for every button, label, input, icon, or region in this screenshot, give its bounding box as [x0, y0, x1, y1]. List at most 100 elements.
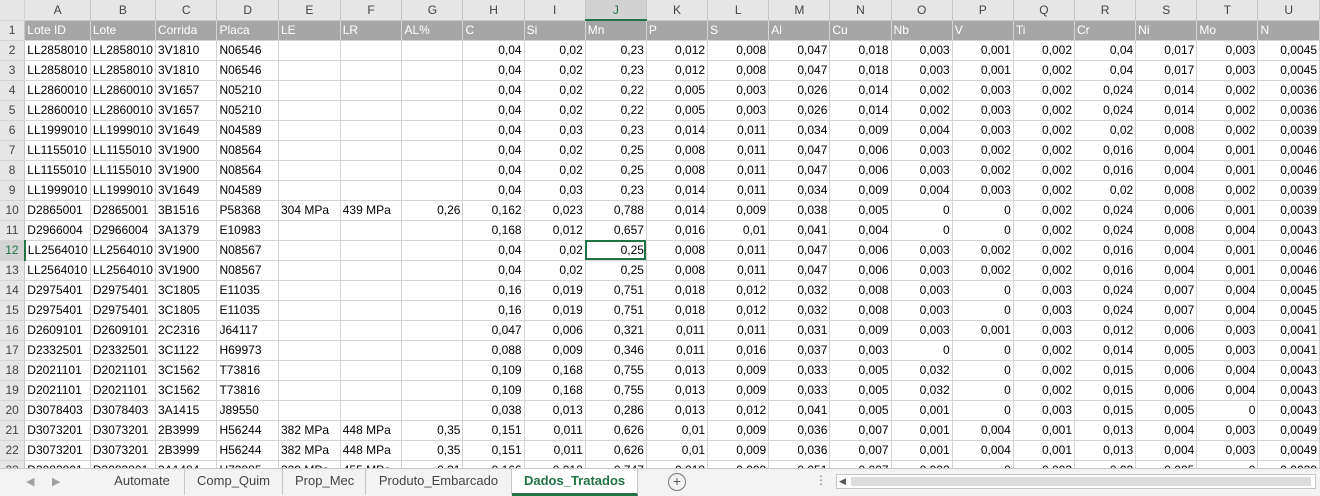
cell-L12[interactable]: 0,011 [707, 240, 770, 261]
cell-F15[interactable] [340, 300, 403, 321]
sheet-tab-automate[interactable]: Automate [100, 469, 185, 495]
cell-M5[interactable]: 0,026 [768, 100, 831, 121]
cell-P14[interactable]: 0 [952, 280, 1014, 301]
cell-C19[interactable]: 3C1562 [155, 380, 218, 401]
cell-P5[interactable]: 0,003 [952, 100, 1014, 121]
cell-U19[interactable]: 0,0043 [1257, 380, 1320, 401]
header-cell-T[interactable]: Mo [1196, 20, 1259, 41]
cell-C13[interactable]: 3V1900 [155, 260, 218, 281]
cell-C9[interactable]: 3V1649 [155, 180, 218, 201]
cell-U21[interactable]: 0,0049 [1257, 420, 1320, 441]
cell-A17[interactable]: D2332501 [24, 340, 91, 361]
cell-G5[interactable] [401, 100, 464, 121]
cell-E12[interactable] [278, 240, 341, 261]
cell-P16[interactable]: 0,001 [952, 320, 1014, 341]
cell-M21[interactable]: 0,036 [768, 420, 831, 441]
cell-Q17[interactable]: 0,002 [1013, 340, 1076, 361]
cell-R8[interactable]: 0,016 [1074, 160, 1137, 181]
cell-J2[interactable]: 0,23 [585, 40, 647, 61]
cell-G14[interactable] [401, 280, 464, 301]
cell-M4[interactable]: 0,026 [768, 80, 831, 101]
scroll-left-arrow-icon[interactable]: ◀ [839, 476, 846, 487]
cell-D10[interactable]: P58368 [216, 200, 279, 221]
row-header-15[interactable]: 15 [0, 300, 26, 321]
cell-A21[interactable]: D3073201 [24, 420, 91, 441]
cell-S6[interactable]: 0,008 [1135, 120, 1198, 141]
cell-I6[interactable]: 0,03 [524, 120, 586, 141]
cell-I15[interactable]: 0,019 [524, 300, 586, 321]
cell-I12[interactable]: 0,02 [524, 240, 586, 261]
cell-B9[interactable]: LL1999010 [90, 180, 156, 201]
cell-I14[interactable]: 0,019 [524, 280, 586, 301]
cell-K19[interactable]: 0,013 [646, 380, 709, 401]
cell-M12[interactable]: 0,047 [768, 240, 831, 261]
cell-T4[interactable]: 0,002 [1196, 80, 1259, 101]
cell-U6[interactable]: 0,0039 [1257, 120, 1320, 141]
cell-U23[interactable]: 0,0039 [1257, 460, 1320, 468]
cell-F22[interactable]: 448 MPa [340, 440, 403, 461]
cell-K21[interactable]: 0,01 [646, 420, 709, 441]
cell-P17[interactable]: 0 [952, 340, 1014, 361]
cell-R11[interactable]: 0,024 [1074, 220, 1137, 241]
cell-I10[interactable]: 0,023 [524, 200, 586, 221]
cell-K3[interactable]: 0,012 [646, 60, 709, 81]
cell-Q16[interactable]: 0,003 [1013, 320, 1076, 341]
cell-J5[interactable]: 0,22 [585, 100, 647, 121]
cell-G8[interactable] [401, 160, 464, 181]
cell-P20[interactable]: 0 [952, 400, 1014, 421]
row-header-5[interactable]: 5 [0, 100, 26, 121]
cell-C18[interactable]: 3C1562 [155, 360, 218, 381]
cell-K10[interactable]: 0,014 [646, 200, 709, 221]
cell-Q22[interactable]: 0,001 [1013, 440, 1076, 461]
cell-M20[interactable]: 0,041 [768, 400, 831, 421]
cell-B10[interactable]: D2865001 [90, 200, 156, 221]
header-cell-I[interactable]: Si [524, 20, 586, 41]
cell-B15[interactable]: D2975401 [90, 300, 156, 321]
cell-R14[interactable]: 0,024 [1074, 280, 1137, 301]
cell-O13[interactable]: 0,003 [891, 260, 953, 281]
cell-D12[interactable]: N08567 [216, 240, 279, 261]
cell-M10[interactable]: 0,038 [768, 200, 831, 221]
cell-I19[interactable]: 0,168 [524, 380, 586, 401]
cell-T22[interactable]: 0,003 [1196, 440, 1259, 461]
cell-F14[interactable] [340, 280, 403, 301]
cell-B2[interactable]: LL2858010 [90, 40, 156, 61]
sheet-tab-dados-tratados[interactable]: Dados_Tratados [512, 469, 638, 496]
cell-Q7[interactable]: 0,002 [1013, 140, 1076, 161]
cell-D18[interactable]: T73816 [216, 360, 279, 381]
cell-C8[interactable]: 3V1900 [155, 160, 218, 181]
cell-N2[interactable]: 0,018 [829, 40, 892, 61]
header-cell-P[interactable]: V [952, 20, 1014, 41]
cell-D7[interactable]: N08564 [216, 140, 279, 161]
cell-A14[interactable]: D2975401 [24, 280, 91, 301]
cell-D4[interactable]: N05210 [216, 80, 279, 101]
cell-P13[interactable]: 0,002 [952, 260, 1014, 281]
cell-M6[interactable]: 0,034 [768, 120, 831, 141]
cell-T8[interactable]: 0,001 [1196, 160, 1259, 181]
cell-R16[interactable]: 0,012 [1074, 320, 1137, 341]
row-header-3[interactable]: 3 [0, 60, 26, 81]
cell-H10[interactable]: 0,162 [462, 200, 525, 221]
cell-E16[interactable] [278, 320, 341, 341]
header-cell-H[interactable]: C [462, 20, 525, 41]
cell-Q19[interactable]: 0,002 [1013, 380, 1076, 401]
sheet-tab-produto-embarcado[interactable]: Produto_Embarcado [366, 469, 512, 495]
cell-C4[interactable]: 3V1657 [155, 80, 218, 101]
cell-K17[interactable]: 0,011 [646, 340, 709, 361]
cell-S23[interactable]: 0,005 [1135, 460, 1198, 468]
cell-D19[interactable]: T73816 [216, 380, 279, 401]
cell-S11[interactable]: 0,008 [1135, 220, 1198, 241]
cell-C2[interactable]: 3V1810 [155, 40, 218, 61]
cell-H19[interactable]: 0,109 [462, 380, 525, 401]
cell-H11[interactable]: 0,168 [462, 220, 525, 241]
cell-S2[interactable]: 0,017 [1135, 40, 1198, 61]
cell-B4[interactable]: LL2860010 [90, 80, 156, 101]
cell-A18[interactable]: D2021101 [24, 360, 91, 381]
spreadsheet-grid[interactable]: ABCDEFGHIJKLMNOPQRSTU 1 Lote ID Lote Corrid… [0, 0, 1320, 468]
cell-B21[interactable]: D3073201 [90, 420, 156, 441]
cell-P23[interactable]: 0 [952, 460, 1014, 468]
column-header-E[interactable]: E [278, 0, 341, 21]
cell-E21[interactable]: 382 MPa [278, 420, 341, 441]
row-header-7[interactable]: 7 [0, 140, 26, 161]
cell-H23[interactable]: 0,166 [462, 460, 525, 468]
